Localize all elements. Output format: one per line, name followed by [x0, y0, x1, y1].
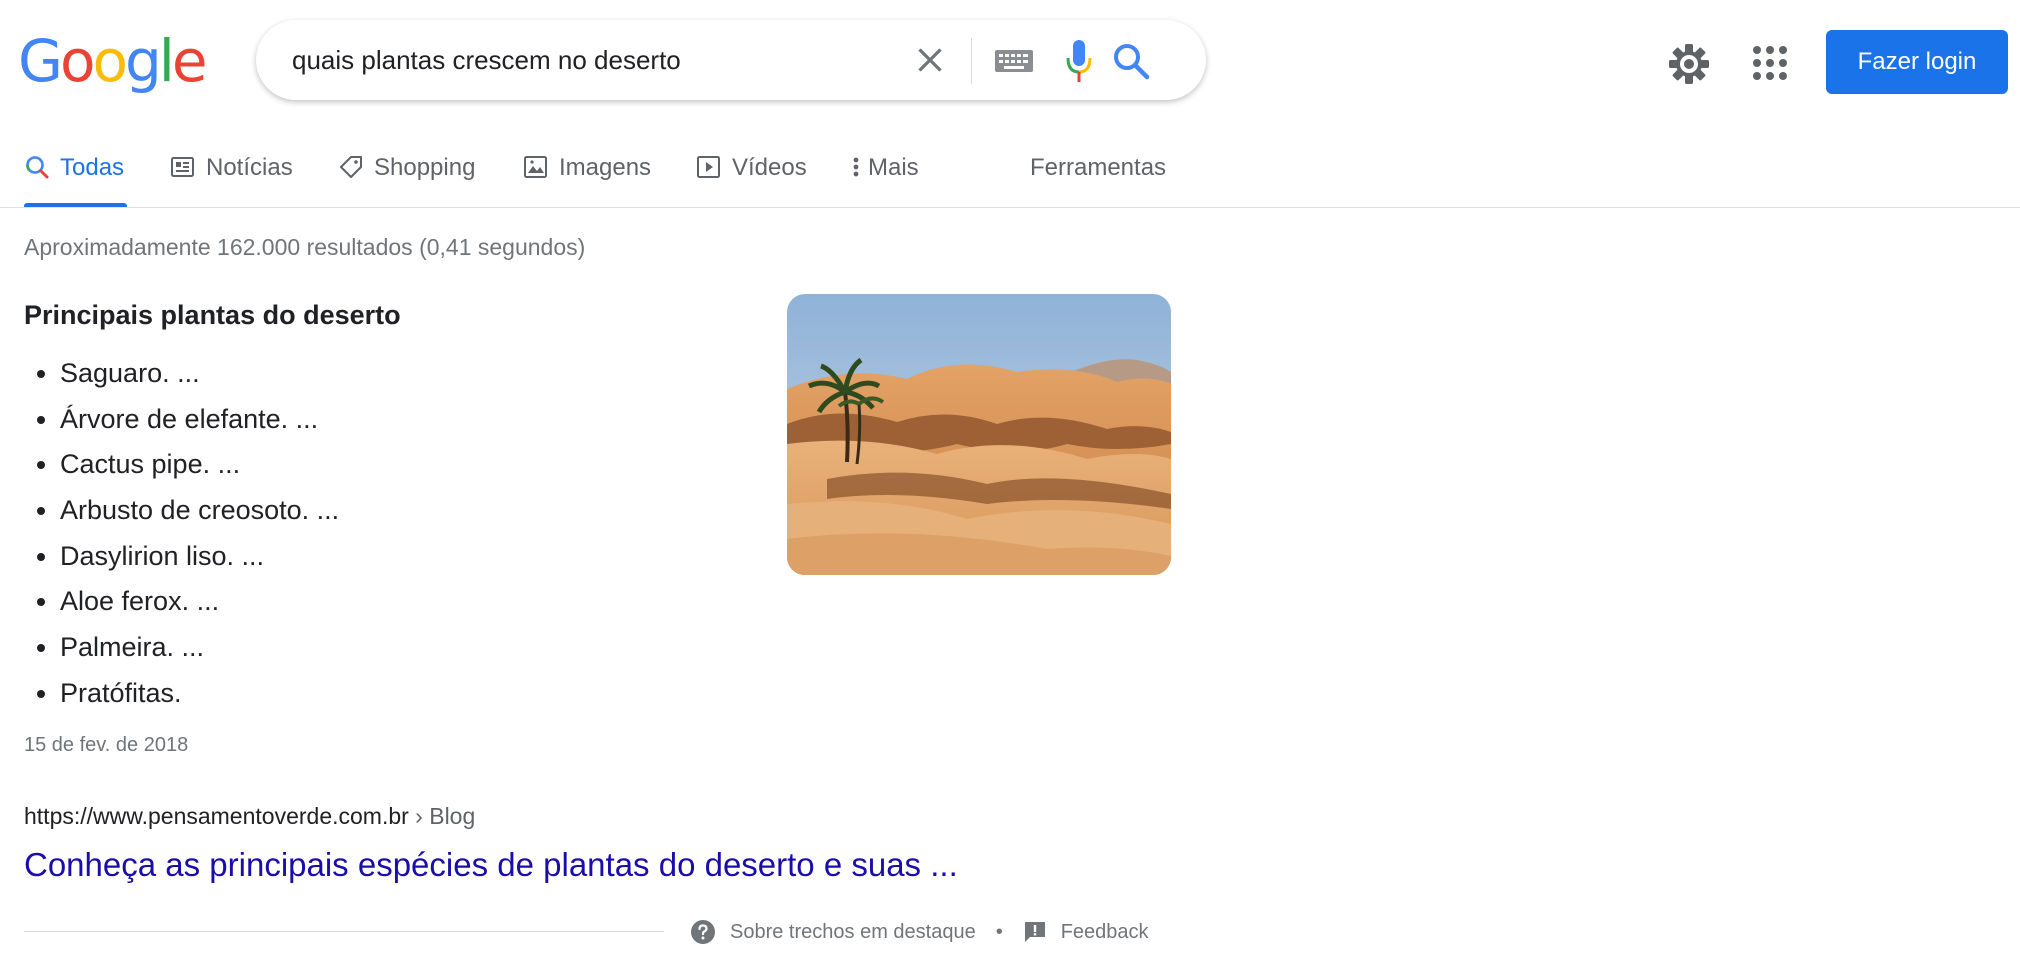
search-icon [26, 156, 49, 179]
logo-letter: o [59, 27, 95, 95]
logo-letter: G [18, 27, 63, 95]
apps-grid-icon[interactable] [1752, 45, 1788, 81]
separator: • [995, 920, 1003, 943]
list-item: Árvore de elefante. ... [24, 401, 339, 447]
microphone-icon[interactable] [1064, 38, 1094, 84]
feedback-icon [1024, 922, 1045, 942]
play-icon [697, 156, 720, 178]
search-box-divider [971, 38, 972, 84]
news-icon [171, 157, 194, 177]
tab-label: Ferramentas [1030, 154, 1167, 181]
tab-images[interactable]: Imagens [523, 146, 651, 206]
list-item: Dasylirion liso. ... [24, 538, 339, 584]
search-box [256, 20, 1206, 100]
google-logo[interactable]: Google [18, 27, 208, 95]
tabs-divider [0, 207, 2020, 208]
close-icon[interactable] [912, 42, 948, 78]
login-button[interactable]: Fazer login [1826, 30, 2008, 94]
result-title-link[interactable]: Conheça as principais espécies de planta… [24, 844, 958, 886]
snippet-footer: Sobre trechos em destaque • Feedback [690, 916, 1149, 948]
list-item: Pratófitas. [24, 675, 339, 721]
logo-letter: o [92, 27, 127, 95]
logo-letter: g [124, 27, 162, 95]
search-input[interactable] [292, 20, 892, 100]
result-breadcrumb: › Blog [408, 803, 476, 829]
tag-icon [340, 156, 362, 178]
tab-label: Shopping [374, 154, 476, 181]
feedback-link[interactable]: Feedback [1061, 921, 1149, 944]
snippet-image[interactable] [787, 294, 1171, 575]
logo-letter: l [158, 27, 175, 95]
result-domain: https://www.pensamentoverde.com.br [24, 803, 409, 829]
logo-letter: e [171, 27, 208, 95]
list-item: Cactus pipe. ... [24, 446, 339, 492]
snippet-date: 15 de fev. de 2018 [24, 734, 189, 756]
tab-label: Vídeos [732, 154, 807, 181]
help-icon [691, 920, 715, 944]
tab-label: Todas [60, 154, 125, 181]
image-icon [524, 156, 547, 178]
tab-label: Imagens [559, 154, 652, 181]
tools-button[interactable]: Ferramentas [1030, 146, 1166, 206]
tab-label: Notícias [206, 154, 293, 181]
snippet-title: Principais plantas do deserto [24, 300, 401, 330]
tab-more[interactable]: Mais [852, 146, 919, 206]
result-url[interactable]: https://www.pensamentoverde.com.br › Blo… [24, 800, 475, 832]
snippet-list: Saguaro. ... Árvore de elefante. ... Cac… [24, 355, 339, 721]
gear-icon[interactable] [1667, 42, 1711, 86]
result-stats: Aproximadamente 162.000 resultados (0,41… [24, 234, 586, 260]
snippet-divider [24, 931, 664, 932]
about-snippets-link[interactable]: Sobre trechos em destaque [730, 921, 976, 944]
tab-news[interactable]: Notícias [170, 146, 293, 206]
list-item: Saguaro. ... [24, 355, 339, 401]
tab-label: Mais [868, 154, 919, 181]
tab-shopping[interactable]: Shopping [338, 146, 475, 206]
search-icon[interactable] [1112, 42, 1150, 80]
list-item: Palmeira. ... [24, 629, 339, 675]
tab-videos[interactable]: Vídeos [696, 146, 807, 206]
tab-all[interactable]: Todas [24, 146, 124, 206]
keyboard-icon[interactable] [994, 46, 1034, 74]
list-item: Aloe ferox. ... [24, 583, 339, 629]
more-vert-icon [853, 157, 859, 177]
list-item: Arbusto de creosoto. ... [24, 492, 339, 538]
